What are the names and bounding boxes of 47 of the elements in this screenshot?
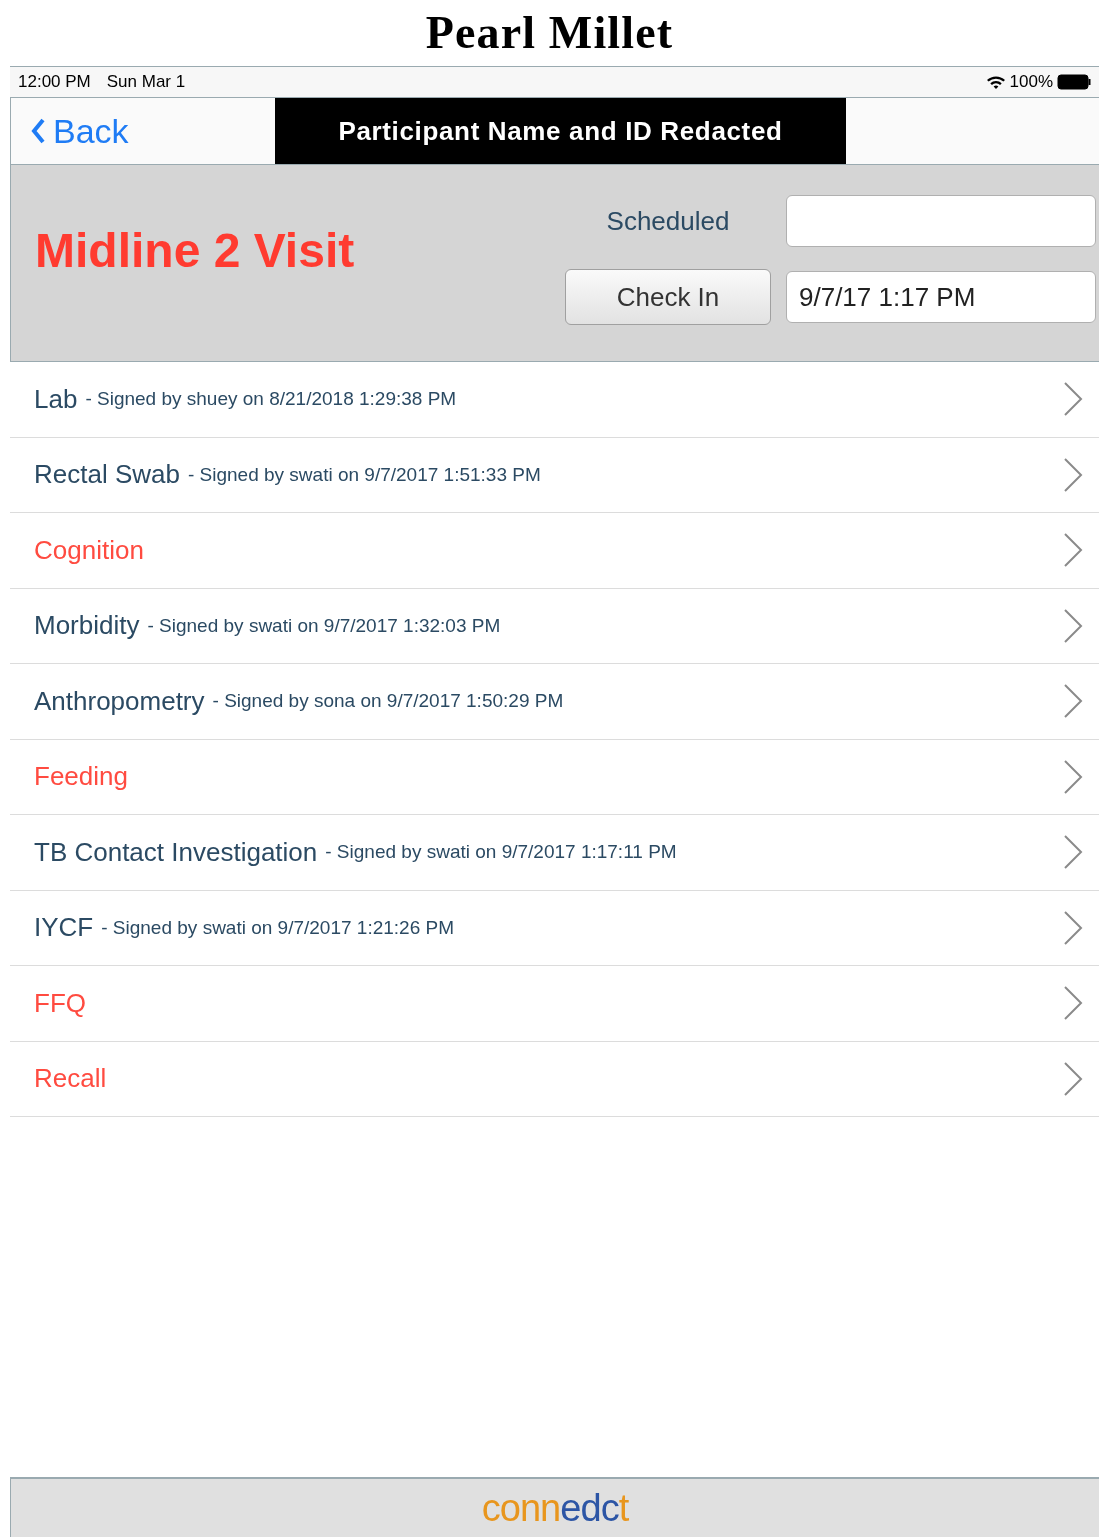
chevron-right-icon (1063, 1060, 1083, 1097)
signature-text: - Signed by sona on 9/7/2017 1:50:29 PM (212, 689, 564, 713)
chevron-right-icon (1063, 456, 1083, 493)
form-name: Anthropometry (34, 684, 205, 718)
form-row[interactable]: TB Contact Investigation - Signed by swati on 9/7/2017 1:17:11 PM (10, 815, 1099, 891)
status-time: 12:00 PM (18, 71, 91, 94)
scheduled-field[interactable] (786, 195, 1096, 247)
chevron-right-icon (1063, 607, 1083, 644)
form-row[interactable]: Lab - Signed by shuey on 8/21/2018 1:29:38 PM (10, 362, 1099, 438)
form-row[interactable]: IYCF - Signed by swati on 9/7/2017 1:21:26 PM (10, 890, 1099, 966)
visit-title: Midline 2 Visit (35, 223, 355, 279)
chevron-right-icon (1063, 985, 1083, 1022)
battery-icon (1057, 74, 1091, 90)
signature-text: - Signed by swati on 9/7/2017 1:32:03 PM (147, 613, 501, 638)
page-title: Pearl Millet (425, 10, 674, 56)
signature-text: - Signed by swati on 9/7/2017 1:51:33 PM (187, 462, 541, 487)
chevron-left-icon (31, 118, 45, 144)
form-name: Recall (34, 1062, 107, 1096)
form-name: Morbidity (34, 609, 140, 643)
check-in-button[interactable]: Check In (565, 269, 771, 325)
form-name: TB Contact Investigation (34, 835, 318, 869)
back-button[interactable]: Back (11, 98, 275, 164)
footer-logo: connedct (481, 1489, 629, 1527)
signature-text: - Signed by swati on 9/7/2017 1:17:11 PM (325, 840, 677, 864)
check-in-field[interactable]: 9/7/17 1:17 PM (786, 271, 1096, 323)
chevron-right-icon (1063, 381, 1083, 418)
scheduled-label: Scheduled (605, 204, 731, 238)
form-name: FFQ (34, 986, 86, 1020)
wifi-icon (985, 74, 1006, 90)
form-row[interactable]: Anthropometry - Signed by sona on 9/7/2017 1:50:29 PM (10, 664, 1099, 740)
form-name: Lab (34, 382, 78, 416)
signature-text: - Signed by shuey on 8/21/2018 1:29:38 PM (85, 387, 457, 411)
chevron-right-icon (1063, 758, 1083, 795)
form-row[interactable]: Morbidity - Signed by swati on 9/7/2017 1:32:03 PM (10, 588, 1099, 664)
signature-text: - Signed by swati on 9/7/2017 1:21:26 PM (101, 915, 454, 940)
battery-percent: 100% (1009, 71, 1053, 94)
form-name: Rectal Swab (34, 458, 180, 492)
chevron-right-icon (1063, 683, 1083, 720)
status-date: Sun Mar 1 (106, 71, 186, 94)
form-row[interactable]: Rectal Swab - Signed by swati on 9/7/2017 1:51:33 PM (10, 437, 1099, 513)
chevron-right-icon (1063, 532, 1083, 569)
participant-title: Participant Name and ID Redacted (338, 114, 783, 148)
form-name: Cognition (34, 533, 144, 567)
form-name: Feeding (34, 760, 128, 794)
chevron-right-icon (1063, 834, 1083, 871)
chevron-right-icon (1063, 909, 1083, 946)
form-name: IYCF (34, 911, 94, 945)
